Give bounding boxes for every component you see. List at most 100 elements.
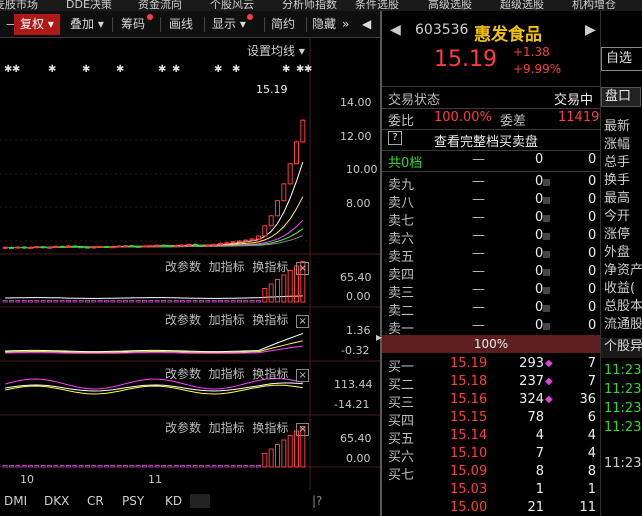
y-tick: 113.44 <box>334 378 373 391</box>
ask-row[interactable]: 卖八 —0 0 <box>382 192 600 211</box>
tab-kd[interactable]: KD <box>165 494 182 508</box>
candle <box>167 245 173 248</box>
signal-marker: ✱ <box>232 64 240 75</box>
collapse-left-icon[interactable]: ◀ <box>356 14 377 35</box>
ask-row[interactable]: 卖三 —0 0 <box>382 282 600 301</box>
signal-marker: ✱ <box>158 64 166 75</box>
self-select-button[interactable]: 自选 <box>601 47 642 71</box>
candle <box>211 243 217 246</box>
ask-row[interactable]: 卖七 —0 0 <box>382 210 600 229</box>
nav-item[interactable]: 麦肢市场 <box>0 0 38 11</box>
y-tick: 12.00 <box>340 130 372 143</box>
swap-indicator-button[interactable]: 换指标 <box>252 260 288 274</box>
ask-count: 0 <box>588 192 597 207</box>
divider <box>160 17 161 32</box>
more-button[interactable]: » <box>336 14 355 35</box>
tab-stock-alerts[interactable]: 个股异 <box>601 338 642 358</box>
close-icon[interactable]: × <box>296 262 310 275</box>
nav-item[interactable]: 机构增仓 <box>572 0 616 11</box>
bid-volume: 7 <box>535 446 544 461</box>
bid-row[interactable]: 15.00 21 11 <box>382 500 600 516</box>
change-params-button[interactable]: 改参数 <box>165 260 201 274</box>
nav-item[interactable]: 资金流向 <box>138 0 182 11</box>
nav-item[interactable]: 高级选股 <box>428 0 472 11</box>
bid-row[interactable]: 买一 15.19 293 7 ◆ <box>382 356 600 375</box>
change-params-button[interactable]: 改参数 <box>165 367 201 381</box>
simple-button[interactable]: 简约 <box>265 14 301 35</box>
ask-row[interactable]: 卖四 —0 0 <box>382 264 600 283</box>
candle <box>287 163 293 185</box>
close-icon[interactable]: × <box>296 369 310 382</box>
bid-price: 15.03 <box>450 482 488 497</box>
prev-stock-icon[interactable]: ◀ <box>390 22 401 38</box>
bid-price: 15.14 <box>450 428 488 443</box>
scrollbar-track[interactable] <box>190 494 210 508</box>
weibi-label: 委比 <box>388 114 415 129</box>
close-icon[interactable]: × <box>296 315 310 328</box>
candle <box>256 235 261 240</box>
candle <box>192 243 198 246</box>
bid-row[interactable]: 买三 15.16 324 36 ◆ <box>382 392 600 411</box>
bid-row[interactable]: 买四 15.15 78 6 <box>382 410 600 429</box>
mark-icon: ◆ <box>545 394 553 405</box>
y-tick: 10.00 <box>346 163 378 176</box>
y-tick: 14.00 <box>340 96 372 109</box>
ask-row[interactable]: 卖二 —0 0 <box>382 300 600 319</box>
ask-price: — <box>472 300 485 315</box>
ask-row[interactable]: 卖六 —0 0 <box>382 228 600 247</box>
nav-item[interactable]: 条件选股 <box>355 0 399 11</box>
ask-count: 0 <box>588 318 597 333</box>
bid-row[interactable]: 买六 15.10 7 4 <box>382 446 600 465</box>
display-button[interactable]: 显示 ▾ <box>206 14 259 35</box>
nav-item[interactable]: DDE决策 <box>66 0 112 11</box>
top-nav: 麦肢市场 DDE决策 资金流向 个股风云 分析师指数 条件选股 高级选股 超级选… <box>0 0 642 11</box>
kline-chart[interactable]: ✱✱✱✱✱✱✱✱✱✱✱✱ |? <box>0 38 380 516</box>
candle <box>9 246 14 249</box>
tab-pankou[interactable]: 盘口 <box>601 87 641 107</box>
next-stock-icon[interactable]: ▶ <box>585 22 596 38</box>
candle <box>2 246 8 249</box>
close-icon[interactable]: × <box>296 423 310 436</box>
candle <box>40 246 46 249</box>
bid-price: 15.00 <box>450 500 488 515</box>
bid-count: 6 <box>587 410 596 425</box>
weibi-value: 100.00% <box>434 110 492 125</box>
ask-row[interactable]: 卖五 —0 0 <box>382 246 600 265</box>
bar-marker <box>543 305 550 312</box>
tab-psy[interactable]: PSY <box>122 494 144 508</box>
add-indicator-button[interactable]: 加指标 <box>209 367 245 381</box>
change-params-button[interactable]: 改参数 <box>165 313 201 327</box>
bid-row[interactable]: 买二 15.18 237 7 ◆ <box>382 374 600 393</box>
nav-item[interactable]: 超级选股 <box>500 0 544 11</box>
add-indicator-button[interactable]: 加指标 <box>209 313 245 327</box>
draw-line-button[interactable]: 画线 <box>163 14 199 35</box>
ask-count: 0 <box>588 246 597 261</box>
bid-row[interactable]: 买五 15.14 4 4 <box>382 428 600 447</box>
fuquan-button[interactable]: 复权 ▾ <box>14 14 60 35</box>
swap-indicator-button[interactable]: 换指标 <box>252 367 288 381</box>
overlay-button[interactable]: 叠加 ▾ <box>64 14 110 35</box>
nav-item[interactable]: 分析师指数 <box>282 0 337 11</box>
bid-row[interactable]: 买七 15.09 8 8 <box>382 464 600 483</box>
tab-dmi[interactable]: DMI <box>4 494 27 508</box>
quote-field-label: 总股本 <box>604 299 642 314</box>
candle <box>91 246 97 249</box>
bid-row[interactable]: 15.03 1 1 <box>382 482 600 500</box>
swap-indicator-button[interactable]: 换指标 <box>252 313 288 327</box>
bid-price: 15.09 <box>450 464 488 479</box>
nav-item[interactable]: 个股风云 <box>210 0 254 11</box>
chouma-button[interactable]: 筹码 <box>115 14 159 35</box>
ask-row[interactable]: 卖九 —0 0 <box>382 174 600 193</box>
swap-indicator-button[interactable]: 换指标 <box>252 421 288 435</box>
add-indicator-button[interactable]: 加指标 <box>209 421 245 435</box>
candle <box>110 246 116 249</box>
price-change-pct: +9.99% <box>513 62 562 76</box>
full-book-button[interactable]: ? 查看完整档买卖盘 <box>382 131 600 150</box>
ma-settings-button[interactable]: 设置均线 ▾ <box>247 42 305 59</box>
ask-row[interactable]: 卖一 —0 0 <box>382 318 600 337</box>
tab-dkx[interactable]: DKX <box>44 494 69 508</box>
change-params-button[interactable]: 改参数 <box>165 421 201 435</box>
add-indicator-button[interactable]: 加指标 <box>209 260 245 274</box>
tab-cr[interactable]: CR <box>87 494 104 508</box>
candle <box>173 245 179 248</box>
